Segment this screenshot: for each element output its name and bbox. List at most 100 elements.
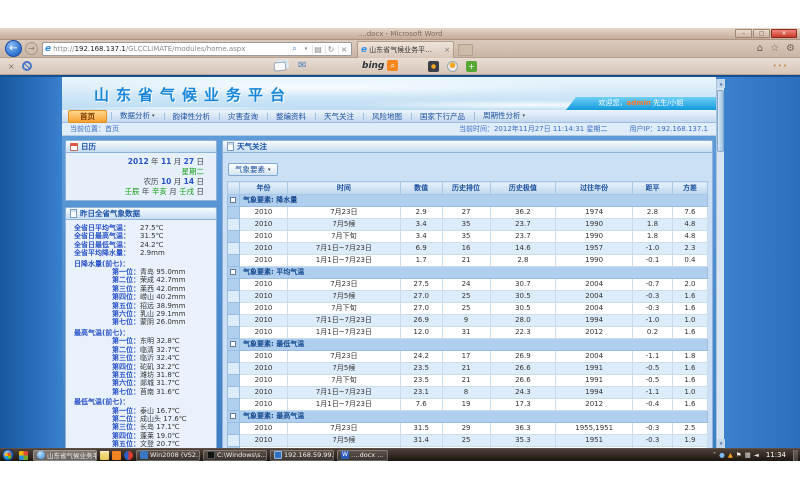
taskbar-clock[interactable]: 11:34 — [766, 451, 786, 459]
start-button[interactable] — [2, 449, 14, 461]
taskbar-button-3[interactable]: 192.168.59.99… — [270, 450, 334, 461]
row-gutter — [228, 399, 240, 411]
table-row[interactable]: 20107月1日~7月23日6.91614.61957-1.02.3 — [228, 243, 708, 255]
table-row[interactable]: 20107月23日31.52936.31955,1951-0.32.5 — [228, 423, 708, 435]
bing-search-widget[interactable]: bing ⌕ — [362, 60, 398, 71]
checkbox[interactable] — [230, 413, 236, 419]
search-icon[interactable]: ⌕ — [289, 44, 300, 54]
home-icon[interactable]: ⌂ — [757, 42, 763, 56]
scroll-down-icon[interactable]: ▼ — [717, 439, 725, 448]
pinned-app2-icon[interactable] — [124, 451, 133, 460]
taskbar-button-0[interactable]: 山东省气候业务平… — [33, 450, 97, 461]
element-filter-button[interactable]: 气象要素 ▾ — [228, 163, 278, 176]
menu-item-8[interactable]: 周期性分析▾ — [474, 110, 534, 122]
refresh-icon[interactable]: ↻ — [325, 45, 336, 54]
main-panel-header[interactable]: 天气关注 — [222, 140, 713, 153]
table-cell: 14.6 — [490, 243, 556, 255]
tab-close-icon[interactable]: × — [444, 46, 450, 54]
table-row[interactable]: 20101月1日~7月23日12.03122.320120.21.6 — [228, 327, 708, 339]
cards-addon-icon[interactable] — [274, 61, 287, 71]
scroll-up-icon[interactable]: ▲ — [717, 79, 725, 88]
menu-item-2[interactable]: 韵律性分析 — [164, 111, 220, 122]
quick-launch-icon[interactable] — [19, 451, 28, 460]
favorites-star-icon[interactable]: ☆ — [770, 42, 779, 56]
table-row[interactable]: 20107月5候3.43523.719901.84.8 — [228, 219, 708, 231]
address-bar[interactable]: e http://192.168.137.1/GLCCLIMATE/module… — [42, 42, 352, 56]
table-row[interactable]: 20107月23日27.52430.72004-0.72.0 — [228, 279, 708, 291]
taskbar-button-1[interactable]: Win2008 (VS2… — [136, 450, 200, 461]
taskbar-button-4[interactable]: W….docx … — [337, 450, 388, 461]
new-tab-button[interactable] — [458, 44, 473, 56]
compatibility-icon[interactable]: ▤ — [312, 45, 323, 54]
table-row[interactable]: 20101月1日~7月23日7.61917.32012-0.41.6 — [228, 399, 708, 411]
weather-panel-header[interactable]: 昨日全省气象数据 — [65, 207, 217, 220]
menu-item-0[interactable]: 首页 — [68, 110, 107, 123]
rank-label: 第七位： — [112, 318, 140, 326]
table-row[interactable]: 20107月下旬3.43523.719901.84.8 — [228, 231, 708, 243]
table-row[interactable]: 20107月5候31.42535.31951-0.31.9 — [228, 435, 708, 447]
stop-icon[interactable]: × — [338, 45, 349, 54]
table-cell: 21 — [442, 375, 490, 387]
menu-item-4[interactable]: 整编资料 — [267, 111, 315, 122]
element-group-row[interactable]: 气象要素: 平均气温 — [228, 267, 708, 279]
menu-item-6[interactable]: 风险地图 — [363, 111, 411, 122]
show-desktop-button[interactable] — [793, 450, 798, 461]
back-button[interactable]: ← — [5, 40, 22, 57]
minimize-button[interactable]: – — [735, 29, 752, 38]
checkbox[interactable] — [230, 269, 236, 275]
element-group-row[interactable]: 气象要素: 降水量 — [228, 195, 708, 207]
table-cell: 7.6 — [400, 399, 442, 411]
mail-icon[interactable]: ✉ — [298, 60, 306, 71]
weather-summary-label: 全省平均降水量： — [74, 249, 140, 257]
element-group-row[interactable]: 气象要素: 最高气温 — [228, 411, 708, 423]
table-cell: 6.9 — [400, 243, 442, 255]
toolbar-close-icon[interactable]: × — [8, 62, 15, 71]
address-dropdown-icon[interactable]: ▾ — [302, 46, 310, 52]
menu-item-1[interactable]: 数据分析▾ — [111, 110, 164, 122]
checkbox[interactable] — [230, 197, 236, 203]
maximize-button[interactable]: ▢ — [753, 29, 770, 38]
messenger-addon-icon[interactable] — [466, 61, 477, 72]
element-group-row[interactable]: 气象要素: 最低气温 — [228, 339, 708, 351]
forward-button[interactable]: → — [25, 42, 38, 55]
tray-chevron-icon[interactable]: ˄ — [713, 450, 716, 461]
table-cell: 25 — [442, 303, 490, 315]
menu-item-7[interactable]: 国家下行产品 — [411, 111, 474, 122]
settings-gear-icon[interactable]: ⚙ — [786, 42, 795, 56]
table-cell: 1991 — [556, 375, 633, 387]
menu-item-3[interactable]: 灾害查询 — [219, 111, 267, 122]
bing-search-icon[interactable]: ⌕ — [387, 60, 398, 71]
table-row[interactable]: 20107月1日~7月23日26.9928.01994-1.01.0 — [228, 315, 708, 327]
overflow-dots-icon[interactable]: ••• — [773, 62, 788, 70]
table-row[interactable]: 20101月1日~7月23日1.7212.81990-0.10.4 — [228, 255, 708, 267]
pinned-app-icon[interactable] — [112, 451, 121, 460]
table-row[interactable]: 20107月23日2.92736.219742.87.6 — [228, 207, 708, 219]
table-row[interactable]: 20107月下旬23.52126.61991-0.51.6 — [228, 375, 708, 387]
tray-network-globe-icon[interactable]: ● — [719, 450, 725, 461]
menu-item-5[interactable]: 天气关注 — [315, 111, 363, 122]
tray-speaker-icon[interactable]: ◄ — [754, 450, 759, 461]
calendar-panel-header[interactable]: 日历 — [65, 140, 217, 153]
table-row[interactable]: 20107月5候23.52126.61991-0.51.6 — [228, 363, 708, 375]
tray-ime-icon[interactable]: ▲ — [728, 450, 733, 461]
tray-monitor-icon[interactable]: ▦ — [745, 450, 751, 461]
taskbar-button-label: Win2008 (VS2… — [150, 451, 200, 459]
taskbar-button-2[interactable]: C:\Windows\s… — [203, 450, 267, 461]
profile-addon-icon[interactable] — [447, 61, 458, 72]
scrollbar-thumb[interactable] — [717, 90, 724, 152]
browser-tab[interactable]: e 山东省气候业务平… × — [357, 41, 454, 58]
camera-addon-icon[interactable] — [428, 61, 439, 72]
page-scrollbar[interactable]: ▲ ▼ — [716, 79, 724, 448]
table-cell: 1951 — [556, 435, 633, 447]
table-row[interactable]: 20107月下旬27.02530.52004-0.31.6 — [228, 303, 708, 315]
checkbox[interactable] — [230, 341, 236, 347]
table-cell: 2004 — [556, 351, 633, 363]
blocked-content-icon[interactable] — [22, 61, 32, 71]
weather-rank-item: 第二位：荣成 42.7mm — [74, 276, 212, 284]
tray-action-center-flag-icon[interactable]: ⚑ — [736, 450, 742, 461]
table-row[interactable]: 20107月5候27.02530.52004-0.31.6 — [228, 291, 708, 303]
explorer-taskbar-icon[interactable] — [100, 451, 109, 460]
table-row[interactable]: 20107月1日~7月23日23.1824.31994-1.11.0 — [228, 387, 708, 399]
table-row[interactable]: 20107月23日24.21726.92004-1.11.8 — [228, 351, 708, 363]
close-button[interactable]: × — [771, 29, 797, 38]
